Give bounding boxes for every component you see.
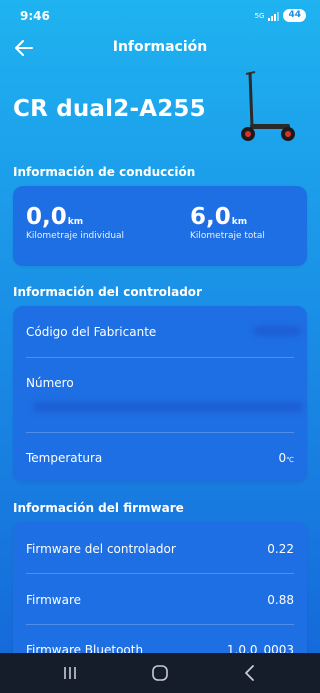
temperature-value: 0 <box>278 451 287 465</box>
temperature-unit: ℃ <box>286 456 294 464</box>
status-bar: 9:46 5G 44 <box>0 0 320 34</box>
signal-icon <box>268 11 280 21</box>
divider <box>26 357 294 358</box>
total-mileage-unit: km <box>231 217 248 227</box>
total-mileage-value: 6,0 <box>190 204 231 230</box>
temperature-label: Temperatura <box>26 451 103 465</box>
manufacturer-label: Código del Fabricante <box>26 325 157 339</box>
divider <box>26 624 294 625</box>
back-nav-icon[interactable] <box>239 663 261 683</box>
controller-firmware-label: Firmware del controlador <box>26 542 176 556</box>
app-header: Información <box>0 34 320 62</box>
controller-section-title: Información del controlador <box>13 285 202 299</box>
recents-icon[interactable] <box>59 663 81 683</box>
battery-badge: 44 <box>283 9 306 22</box>
controller-card: Código del Fabricante Número Temperatura… <box>13 306 307 482</box>
individual-mileage: 0,0km Kilometraje individual <box>26 204 124 241</box>
individual-mileage-unit: km <box>67 217 84 227</box>
driving-section-title: Información de conducción <box>13 165 196 179</box>
status-time: 9:46 <box>20 9 50 23</box>
number-label: Número <box>26 376 74 390</box>
system-nav-bar <box>0 653 320 693</box>
page-title: Información <box>112 39 208 55</box>
home-icon[interactable] <box>149 663 171 683</box>
individual-mileage-value: 0,0 <box>26 204 67 230</box>
network-label: 5G <box>254 11 265 20</box>
manufacturer-value-redacted <box>253 326 301 336</box>
firmware-section-title: Información del firmware <box>13 501 184 515</box>
firmware-value: 0.88 <box>267 593 294 607</box>
divider <box>26 573 294 574</box>
temperature-value-group: 0℃ <box>278 451 294 465</box>
scooter-image <box>241 71 295 141</box>
status-icons: 5G 44 <box>255 9 306 22</box>
firmware-label: Firmware <box>26 593 81 607</box>
driving-card: 0,0km Kilometraje individual 6,0km Kilom… <box>13 186 307 266</box>
controller-firmware-value: 0.22 <box>267 542 294 556</box>
total-mileage-label: Kilometraje total <box>190 231 265 241</box>
total-mileage: 6,0km Kilometraje total <box>190 204 265 241</box>
firmware-card: Firmware del controlador 0.22 Firmware 0… <box>13 522 307 662</box>
individual-mileage-label: Kilometraje individual <box>26 231 125 241</box>
device-name: CR dual2-A255 <box>13 96 206 122</box>
number-value-redacted <box>33 402 303 412</box>
divider <box>26 432 294 433</box>
